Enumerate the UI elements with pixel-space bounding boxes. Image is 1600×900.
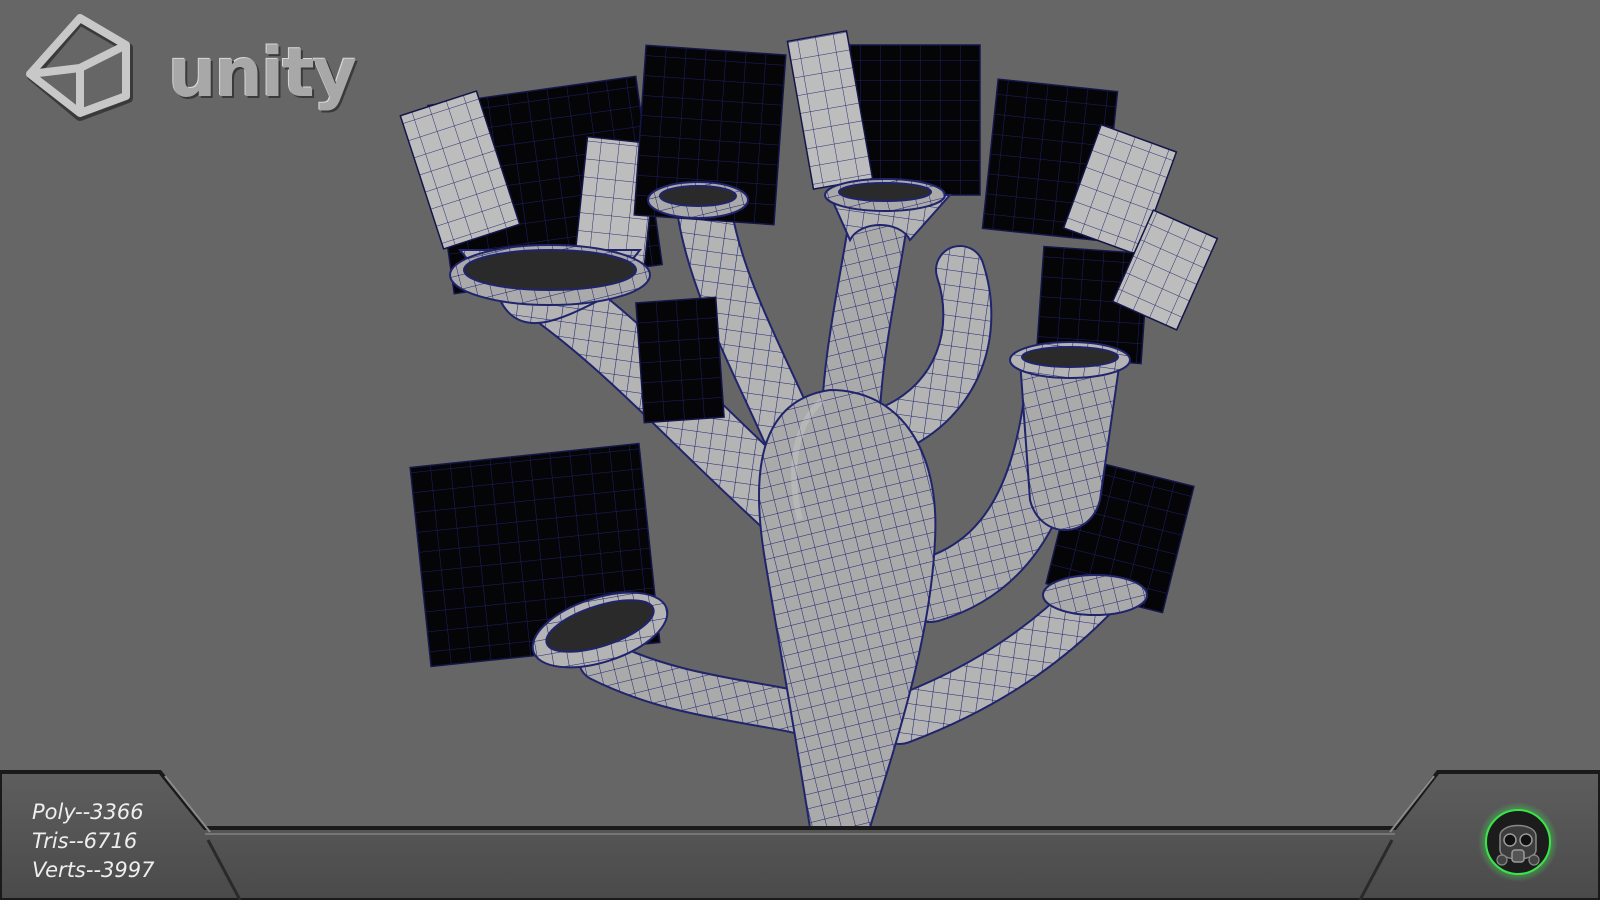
viewport xyxy=(399,30,1219,876)
footer-bar xyxy=(0,770,1600,900)
poly-count: Poly--3366 xyxy=(32,800,144,824)
tris-count: Tris--6716 xyxy=(32,829,138,853)
gas-mask-icon xyxy=(1478,802,1558,882)
verts-count: Verts--3997 xyxy=(32,858,155,882)
unity-cube-icon xyxy=(26,14,133,121)
mesh-stats: Poly--3366 Tris--6716 Verts--3997 xyxy=(32,798,154,885)
unity-wordmark: unity xyxy=(168,34,357,113)
plant-mesh-model xyxy=(399,30,1219,876)
unity-logo: unity xyxy=(20,12,357,122)
